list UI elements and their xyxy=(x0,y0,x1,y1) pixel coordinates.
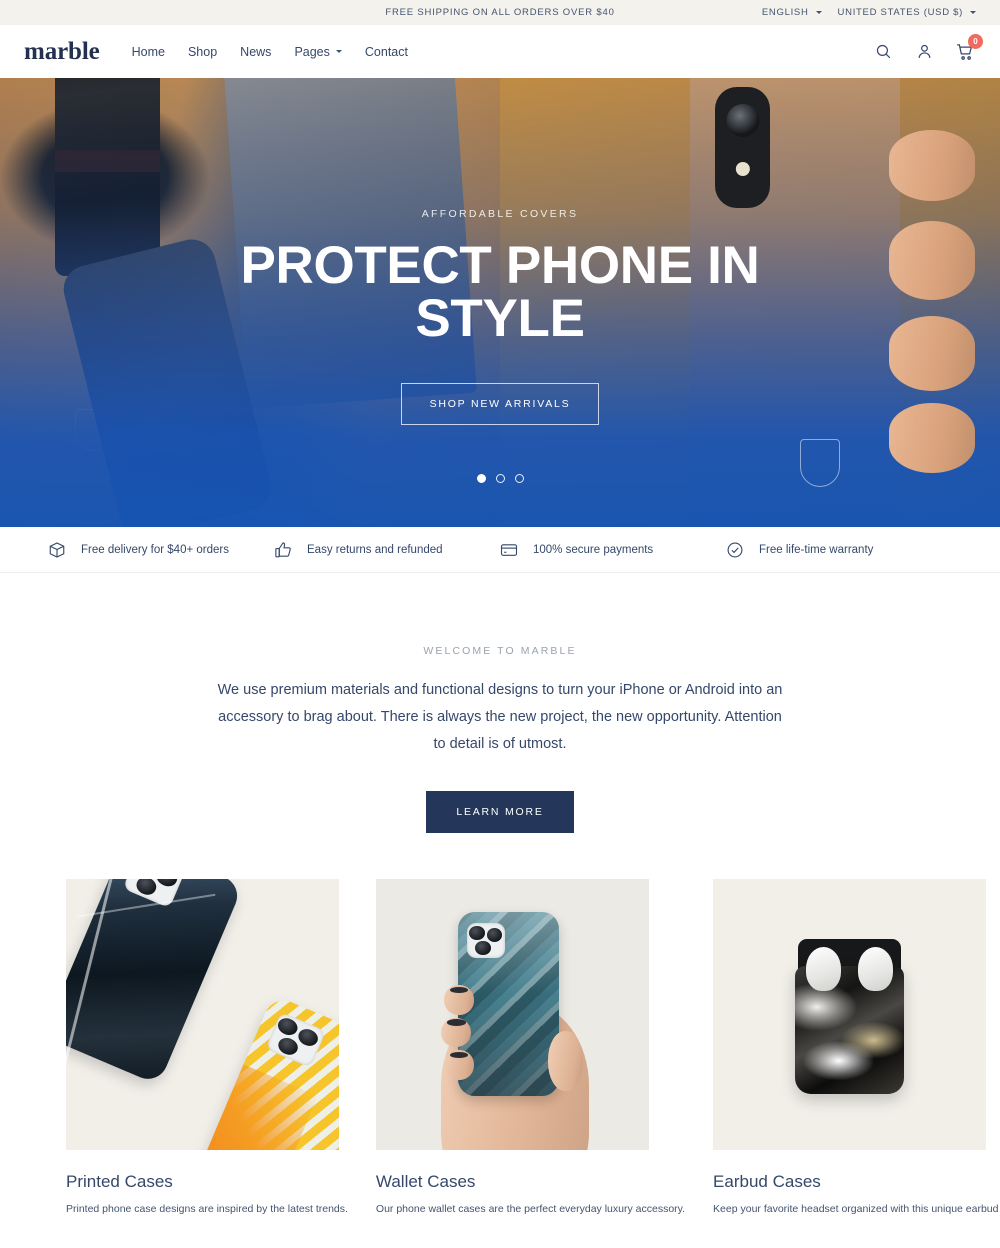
thumbs-up-icon xyxy=(274,541,292,559)
collection-image-earbud-cases xyxy=(713,879,987,1151)
nav-item-news[interactable]: News xyxy=(240,45,271,59)
collection-card-printed-cases[interactable]: Printed Cases Printed phone case designs… xyxy=(66,879,348,1218)
collection-image-printed-cases xyxy=(66,879,339,1151)
collection-card-earbud-cases[interactable]: Earbud Cases Keep your favorite headset … xyxy=(713,879,1000,1218)
nav-label: News xyxy=(240,44,272,59)
trust-item-returns: Easy returns and refunded xyxy=(274,541,500,559)
cart-count-badge: 0 xyxy=(968,33,983,49)
hero-title: PROTECT PHONE IN STYLE xyxy=(240,236,760,348)
carousel-dot-1[interactable] xyxy=(476,474,486,483)
earbud-right xyxy=(857,947,894,991)
country-currency-selector[interactable]: UNITED STATES (USD $) xyxy=(838,7,976,18)
user-icon[interactable] xyxy=(913,41,935,63)
collection-description: Printed phone case designs are inspired … xyxy=(66,1203,348,1216)
chevron-down-icon xyxy=(335,50,342,53)
nav-label: Home xyxy=(131,44,165,59)
trust-item-payments: 100% secure payments xyxy=(500,541,726,559)
hero-carousel: AFFORDABLE COVERS PROTECT PHONE IN STYLE… xyxy=(0,78,1000,527)
trust-badges-bar: Free delivery for $40+ orders Easy retur… xyxy=(0,527,1000,573)
collection-card-wallet-cases[interactable]: Wallet Cases Our phone wallet cases are … xyxy=(375,879,686,1218)
collection-title: Earbud Cases xyxy=(713,1172,821,1192)
language-selector[interactable]: ENGLISH xyxy=(762,7,822,18)
trust-item-delivery: Free delivery for $40+ orders xyxy=(48,541,274,559)
finger xyxy=(444,1050,475,1080)
locale-selectors: ENGLISH UNITED STATES (USD $) xyxy=(762,7,1000,18)
site-logo[interactable]: marble xyxy=(24,38,100,66)
country-label: UNITED STATES (USD $) xyxy=(837,7,963,18)
box-icon xyxy=(48,541,66,559)
site-header: marble Home Shop News Pages Contact 0 xyxy=(0,25,1000,78)
nav-item-contact[interactable]: Contact xyxy=(365,45,408,59)
shop-new-arrivals-button[interactable]: SHOP NEW ARRIVALS xyxy=(400,383,600,425)
striped-case-art xyxy=(190,993,339,1151)
chevron-down-icon xyxy=(815,11,822,14)
earbud-left xyxy=(805,947,842,991)
welcome-body-text: We use premium materials and functional … xyxy=(217,682,783,752)
header-actions: 0 xyxy=(872,33,983,63)
collection-title: Printed Cases xyxy=(66,1172,173,1192)
carousel-dots xyxy=(0,474,1000,483)
hero-content: AFFORDABLE COVERS PROTECT PHONE IN STYLE… xyxy=(0,78,1000,527)
trust-label: 100% secure payments xyxy=(533,543,654,556)
nav-item-pages[interactable]: Pages xyxy=(294,44,342,59)
collection-image-wallet-cases xyxy=(375,879,649,1151)
finger xyxy=(444,985,475,1015)
welcome-eyebrow: WELCOME TO MARBLE xyxy=(423,645,577,657)
nav-label: Pages xyxy=(294,44,330,59)
credit-card-icon xyxy=(500,541,518,559)
collection-description: Keep your favorite headset organized wit… xyxy=(713,1203,1000,1216)
language-label: ENGLISH xyxy=(761,7,809,18)
thumb xyxy=(547,1031,584,1091)
carousel-dot-2[interactable] xyxy=(495,474,505,483)
collection-description: Our phone wallet cases are the perfect e… xyxy=(375,1203,686,1216)
main-navigation: Home Shop News Pages Contact xyxy=(132,45,408,59)
nav-label: Shop xyxy=(187,44,218,59)
trust-label: Free life-time warranty xyxy=(759,543,874,556)
nav-item-home[interactable]: Home xyxy=(132,45,165,59)
collection-title: Wallet Cases xyxy=(375,1172,476,1192)
collection-cards: Printed Cases Printed phone case designs… xyxy=(0,879,1000,1218)
search-icon[interactable] xyxy=(872,41,894,63)
trust-label: Free delivery for $40+ orders xyxy=(81,543,229,556)
announcement-bar: FREE SHIPPING ON ALL ORDERS OVER $40 ENG… xyxy=(0,0,1000,25)
trust-item-warranty: Free life-time warranty xyxy=(726,541,952,559)
nav-label: Contact xyxy=(364,44,408,59)
dark-marble-case-art xyxy=(66,879,243,1086)
welcome-section: WELCOME TO MARBLE We use premium materia… xyxy=(0,573,1000,834)
chevron-down-icon xyxy=(970,11,976,14)
carousel-dot-3[interactable] xyxy=(514,474,524,483)
check-circle-icon xyxy=(726,541,744,559)
trust-label: Easy returns and refunded xyxy=(307,543,443,556)
nav-item-shop[interactable]: Shop xyxy=(188,45,217,59)
cart-icon[interactable]: 0 xyxy=(954,33,983,63)
hero-eyebrow: AFFORDABLE COVERS xyxy=(421,208,579,220)
learn-more-button[interactable]: LEARN MORE xyxy=(426,791,574,834)
